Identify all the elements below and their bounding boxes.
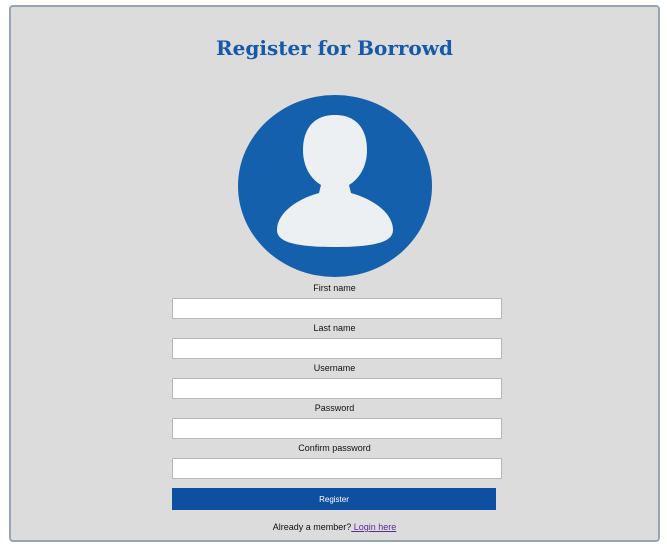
last-name-input[interactable] [172,338,502,359]
username-label: Username [313,363,356,373]
page-title: Register for Borrowd [216,36,453,60]
confirm-password-label: Confirm password [298,443,371,453]
password-label: Password [314,403,355,413]
username-input[interactable] [172,378,502,399]
registration-panel: Register for Borrowd First name Last nam… [9,5,660,542]
login-link[interactable]: Login here [351,522,397,532]
first-name-label: First name [313,283,356,293]
register-button[interactable]: Register [172,488,496,510]
confirm-password-input[interactable] [172,458,502,479]
last-name-label: Last name [313,323,356,333]
first-name-input[interactable] [172,298,502,319]
login-prompt: Already a member? Login here [11,522,658,532]
user-avatar-icon [238,95,432,277]
password-input[interactable] [172,418,502,439]
login-prompt-text: Already a member? [272,522,352,532]
